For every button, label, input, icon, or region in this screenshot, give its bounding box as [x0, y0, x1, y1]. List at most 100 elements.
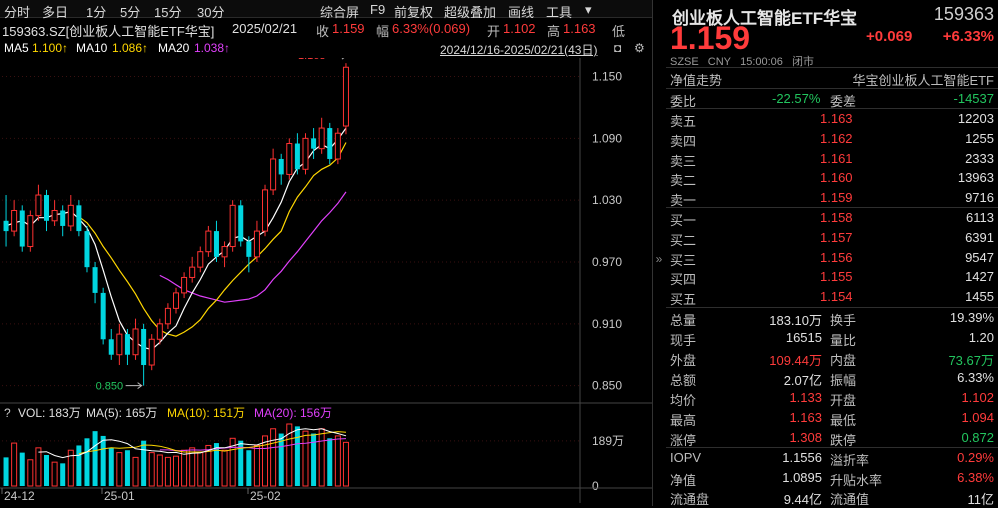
stat-label: 外盘 — [670, 353, 697, 368]
order-book-row[interactable]: 卖一 1.159 9716 — [666, 188, 998, 208]
stat-value: 1.102 — [961, 390, 994, 405]
order-book-row[interactable]: 买一 1.158 6113 — [666, 208, 998, 228]
order-book-row[interactable]: 买三 1.156 9547 — [666, 248, 998, 268]
stat-value: 16515 — [785, 330, 822, 345]
ma20-line — [159, 191, 347, 303]
price-change-pct: +6.33% — [942, 28, 994, 45]
volume-ma10-label: MA(10): 151万 — [167, 406, 245, 420]
level-label: 买四 — [670, 272, 697, 288]
candle-body — [172, 292, 180, 309]
stat-label: 振幅 — [830, 373, 857, 388]
level-volume: 9716 — [965, 190, 994, 206]
toggle-icon[interactable]: ◘ — [614, 41, 621, 55]
kline-chart[interactable]: 1.150 1.090 1.030 0.970 0.910 0.850 1.163 0.850… — [0, 58, 652, 506]
candle-body — [84, 231, 90, 268]
stat-value: 6.38% — [957, 469, 994, 485]
candle-body — [262, 189, 269, 232]
nav-fund-name: 华宝创业板人工智能ETF — [852, 73, 994, 88]
separator — [666, 207, 998, 208]
stat-value: 0.872 — [961, 430, 994, 445]
level-label: 卖三 — [670, 153, 697, 169]
stat-row: 现手 16515 量比 1.20 — [666, 328, 998, 348]
level-label: 买五 — [670, 292, 697, 308]
order-book-row[interactable]: 买四 1.155 1427 — [666, 267, 998, 287]
last-price: 1.159 — [670, 20, 751, 56]
ma20-label: MA20 — [158, 41, 190, 55]
volume-bar — [27, 459, 34, 487]
settings-icon[interactable]: ⚙ — [634, 41, 645, 55]
stat-value: 2.07亿 — [783, 373, 822, 388]
volume-bar — [132, 456, 139, 487]
level-price: 1.156 — [820, 249, 853, 265]
level-label: 买二 — [670, 232, 697, 248]
candle-body — [278, 158, 284, 175]
volume-label: VOL: 183万 — [18, 406, 81, 420]
candle-body — [246, 241, 252, 257]
candle-body — [76, 205, 82, 232]
quote-date: 2025/02/21 — [232, 21, 298, 36]
volume-bar — [318, 428, 325, 487]
candle-body — [286, 143, 293, 175]
ma10-label: MA10 — [76, 41, 108, 55]
stat-row: 涨停 1.308 跌停 0.872 — [666, 428, 998, 448]
fund-code: 159363 — [933, 4, 994, 24]
amplitude-label: 幅 — [376, 24, 390, 39]
volume-bar — [141, 440, 147, 486]
candle-body — [189, 266, 196, 278]
volume-legend-icon: ? — [4, 406, 11, 420]
candle-body — [213, 231, 219, 257]
volume-bar — [327, 438, 333, 486]
level-label: 卖二 — [670, 173, 697, 189]
weicha-value: -14537 — [953, 91, 994, 106]
order-book-row[interactable]: 卖四 1.162 1255 — [666, 129, 998, 149]
collapse-panel-icon[interactable]: » — [653, 252, 665, 282]
ma10-value: 1.086↑ — [112, 41, 149, 55]
low-label: 低 — [612, 24, 626, 39]
order-book-row[interactable]: 卖三 1.161 2333 — [666, 149, 998, 169]
stat-label: 内盘 — [830, 353, 857, 368]
stat-value: 1.20 — [968, 330, 994, 345]
volume-bar — [124, 450, 130, 486]
nav-row[interactable]: 净值走势 华宝创业板人工智能ETF — [666, 68, 998, 88]
stat-value: 1.094 — [961, 410, 994, 425]
volume-bar — [334, 435, 341, 487]
stat-label: 开盘 — [830, 393, 857, 408]
level-price: 1.158 — [820, 210, 853, 225]
price-tick-label: 0.910 — [592, 317, 622, 331]
volume-bar — [342, 441, 349, 487]
high-marker-arrow — [341, 58, 345, 60]
volume-bar — [270, 428, 277, 487]
candle-body — [116, 333, 123, 356]
order-book-row[interactable]: 买五 1.154 1455 — [666, 287, 998, 307]
stat-value: 1.308 — [789, 430, 822, 445]
level-volume: 2333 — [965, 150, 994, 166]
volume-ma20-label: MA(20): 156万 — [254, 406, 332, 420]
stat-label: 净值 — [670, 472, 697, 488]
candle-body — [270, 158, 277, 191]
level-volume: 1455 — [965, 289, 994, 305]
volume-bar — [156, 454, 163, 487]
candle-body — [67, 204, 74, 227]
volume-bar — [262, 435, 269, 487]
order-book-row[interactable]: 卖二 1.160 13963 — [666, 168, 998, 188]
candle-body — [318, 127, 325, 150]
x-tick-label: 24-12 — [4, 489, 35, 503]
candle-body — [27, 215, 34, 248]
open-label: 开 — [487, 24, 501, 39]
quote-info-bar: 159363.SZ[创业板人工智能ETF华宝] 2025/02/21 收 1.1… — [0, 19, 652, 39]
candle-body — [3, 220, 9, 232]
amplitude-value: 6.33%(0.069) — [392, 21, 471, 36]
volume-bar — [11, 442, 18, 487]
candle-body — [253, 230, 260, 258]
candle-body — [44, 195, 50, 221]
fund-stat-row: 流通盘 9.44亿 流通值 11亿 — [666, 487, 998, 507]
stat-value: 1.163 — [789, 410, 822, 425]
tab-f9[interactable]: F9 — [370, 2, 385, 17]
stat-value: 109.44万 — [769, 353, 822, 368]
order-book-row[interactable]: 买二 1.157 6391 — [666, 228, 998, 248]
date-range[interactable]: 2024/12/16-2025/02/21(43日) — [440, 41, 597, 58]
volume-tick-label: 0 — [592, 479, 599, 493]
order-book-row[interactable]: 卖五 1.163 12203 — [666, 109, 998, 129]
high-label: 高 — [547, 24, 561, 39]
tools-dropdown-icon[interactable]: ▾ — [585, 2, 592, 18]
